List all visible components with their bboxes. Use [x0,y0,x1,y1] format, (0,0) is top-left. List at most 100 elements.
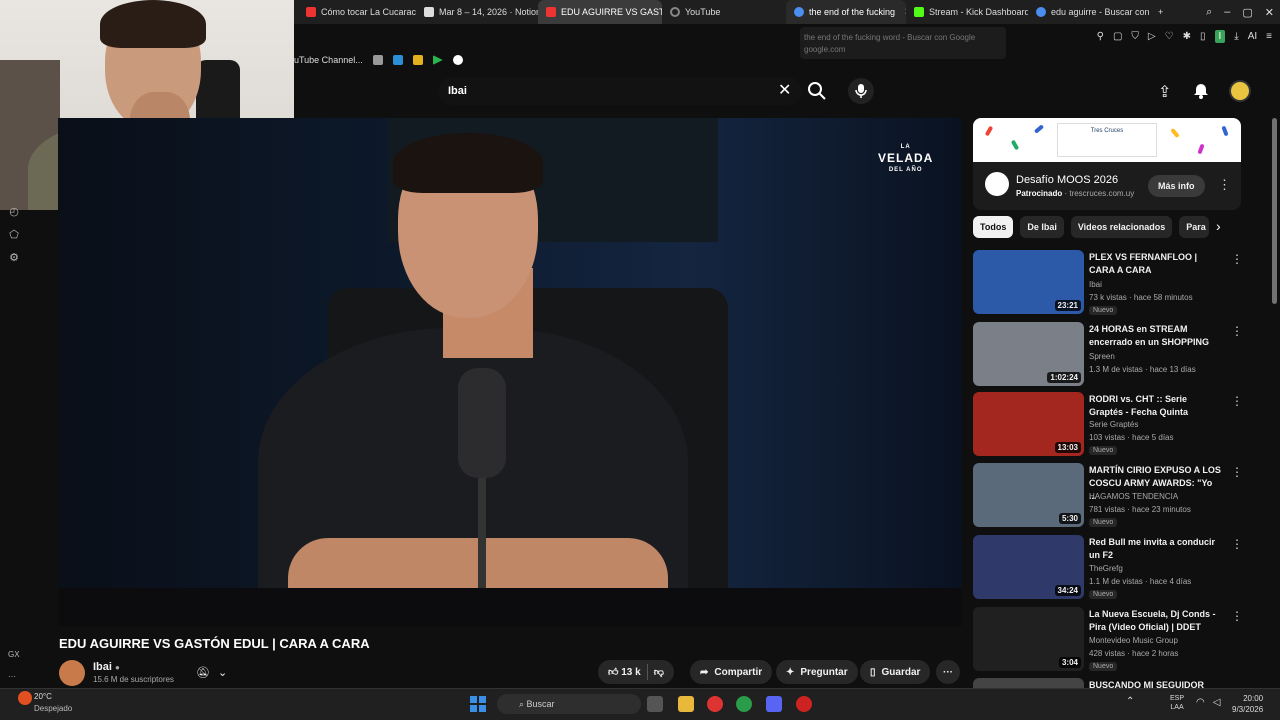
rec-channel[interactable]: Spreen [1089,352,1115,361]
language-indicator[interactable]: ESP LAA [1170,694,1184,712]
shield-icon[interactable]: ⛉ [1131,31,1139,42]
extensions-icon[interactable]: ✱ [1183,31,1191,42]
opera-gx-label[interactable]: GX [8,650,20,659]
rec-menu-icon[interactable]: ⋮ [1231,609,1243,623]
create-upload-icon[interactable]: ⇪ [1158,82,1171,102]
video-thumbnail[interactable]: 3:04 [973,607,1084,671]
channel-name[interactable]: Ibai ● [93,661,120,673]
maximize-icon[interactable]: ▢ [1242,6,1252,19]
dislike-button[interactable]: 👎︎ [654,666,664,678]
rec-channel[interactable]: TheGrefg [1089,564,1123,573]
search-tabs-icon[interactable]: ⌕ [1206,6,1212,19]
chip-from-channel[interactable]: De Ibai [1020,216,1064,238]
video-thumbnail[interactable]: 5:30 [973,463,1084,527]
rec-channel[interactable]: HAGAMOS TENDENCIA [1089,492,1178,501]
clock[interactable]: 20:00 9/3/2026 [1232,693,1263,715]
tab-kick-dashboard[interactable]: Stream - Kick Dashboard [906,0,1028,24]
tab-google-edu[interactable]: edu aguirre - Buscar con [1028,0,1150,24]
clear-search-icon[interactable]: ✕ [778,80,791,100]
notifications-bell-icon[interactable] [1192,82,1210,100]
rec-channel[interactable]: Ibai [1089,280,1102,289]
voice-search-button[interactable] [848,78,874,104]
opera-gx-icon[interactable] [707,696,723,712]
tab-edu-aguirre[interactable]: EDU AGUIRRE VS GASTÓ [538,0,662,24]
rec-title[interactable]: 24 HORAS en STREAM encerrado en un SHOPP… [1089,323,1221,349]
ad-menu-icon[interactable]: ⋮ [1218,177,1231,193]
rec-title[interactable]: PLEX VS FERNANFLOO | CARA A CARA [1089,251,1221,277]
app-icon[interactable] [796,696,812,712]
chrome-icon[interactable] [736,696,752,712]
ad-title[interactable]: Desafío MOOS 2026 [1016,174,1118,186]
bookmark-youtube-channel[interactable]: uTube Channel... [294,55,363,65]
rec-menu-icon[interactable]: ⋮ [1231,394,1243,408]
tab-la-cucaracha[interactable]: Cómo tocar La Cucarach [298,0,416,24]
menu-icon[interactable]: ≡ [1266,31,1272,42]
tab-youtube[interactable]: YouTube [662,0,786,24]
rec-video[interactable]: BUSCANDO MI SEGUIDOR MÁS [973,678,1241,688]
ai-button[interactable]: AI [1248,31,1257,42]
ask-button[interactable]: ✦ Preguntar [776,660,858,684]
bookmark-play-icon[interactable] [432,55,443,65]
rec-title[interactable]: La Nueva Escuela, Dj Conds - Pira (Video… [1089,608,1221,634]
heart-icon[interactable]: ♡ [1165,31,1174,42]
rec-title[interactable]: Red Bull me invita a conducir un F2 [1089,536,1221,562]
video-thumbnail[interactable]: 1:02:24 [973,322,1084,386]
clips-icon[interactable]: ⬠ [9,228,19,241]
rec-video[interactable]: 3:04 La Nueva Escuela, Dj Conds - Pira (… [973,607,1243,673]
rec-video[interactable]: 23:21 PLEX VS FERNANFLOO | CARA A CARA I… [973,250,1243,316]
rec-video[interactable]: 1:02:24 24 HORAS en STREAM encerrado en … [973,322,1243,388]
rec-menu-icon[interactable]: ⋮ [1231,465,1243,479]
bookmark-app-icon[interactable] [392,55,403,65]
bookmark-discord-icon[interactable] [452,55,463,65]
rec-channel[interactable]: Montevideo Music Group [1089,636,1178,645]
video-player[interactable]: LA VELADA DEL AÑO [58,118,962,626]
weather-temp[interactable]: 20°C [34,692,52,701]
rec-title[interactable]: RODRI vs. CHT :: Serie Graptés - Fecha Q… [1089,393,1221,419]
history-icon[interactable]: ◴ [9,205,19,218]
chevron-right-icon[interactable]: › [1216,218,1221,234]
video-thumbnail[interactable]: 34:24 [973,535,1084,599]
rec-video[interactable]: 5:30 MARTÍN CIRIO EXPUSO A LOS COSCU ARM… [973,463,1243,529]
screenshot-icon[interactable]: ▢ [1113,31,1122,42]
search-input[interactable] [438,77,802,105]
file-explorer-icon[interactable] [678,696,694,712]
bookmark-folder-icon[interactable] [412,55,423,65]
pin-icon[interactable]: ⚲ [1097,31,1104,42]
sidebar-icon[interactable]: ▯ [1200,31,1206,42]
discord-icon[interactable] [766,696,782,712]
rec-menu-icon[interactable]: ⋮ [1231,252,1243,266]
weather-icon[interactable] [18,691,32,705]
wifi-icon[interactable]: ◠ [1196,697,1205,708]
close-window-icon[interactable]: ✕ [1265,6,1274,19]
save-button[interactable]: ▯ Guardar [860,660,931,684]
rec-video[interactable]: 34:24 Red Bull me invita a conducir un F… [973,535,1243,601]
rec-menu-icon[interactable]: ⋮ [1231,537,1243,551]
minimize-icon[interactable]: – [1224,6,1230,18]
scrollbar-thumb[interactable] [1272,118,1277,304]
rec-channel[interactable]: Serie Graptés [1089,420,1138,429]
new-tab-button[interactable]: + [1150,0,1170,24]
ad-banner[interactable]: Tres Cruces [973,118,1241,162]
like-button[interactable]: 👍︎ 13 k [608,666,641,678]
ad-more-info-button[interactable]: Más info [1148,175,1205,197]
subscribed-notifications-button[interactable]: 🔕︎ ⌄ [196,662,240,682]
tab-notion[interactable]: Mar 8 – 14, 2026 · Notion [416,0,538,24]
video-thumbnail[interactable]: 23:21 [973,250,1084,314]
windows-start-icon[interactable] [470,696,486,712]
profile-button[interactable]: I [1214,29,1226,43]
download-icon[interactable]: ⤓ [1234,31,1238,42]
bookmark-cube-icon[interactable] [372,55,383,65]
more-dots-icon[interactable]: ··· [8,672,16,681]
chip-related[interactable]: Videos relacionados [1070,216,1173,238]
share-button[interactable]: ➦ Compartir [690,660,773,684]
video-thumbnail[interactable]: 13:03 [973,392,1084,456]
tab-google-search[interactable]: the end of the fucking✕ [786,0,906,24]
channel-avatar[interactable] [59,660,85,686]
rec-video[interactable]: 13:03 RODRI vs. CHT :: Serie Graptés - F… [973,392,1243,458]
settings-gear-icon[interactable]: ⚙ [9,251,19,264]
volume-icon[interactable]: ◁ [1213,697,1221,708]
rec-menu-icon[interactable]: ⋮ [1231,324,1243,338]
account-avatar[interactable] [1229,80,1251,102]
chip-all[interactable]: Todos [973,216,1014,238]
search-icon[interactable] [806,80,828,102]
